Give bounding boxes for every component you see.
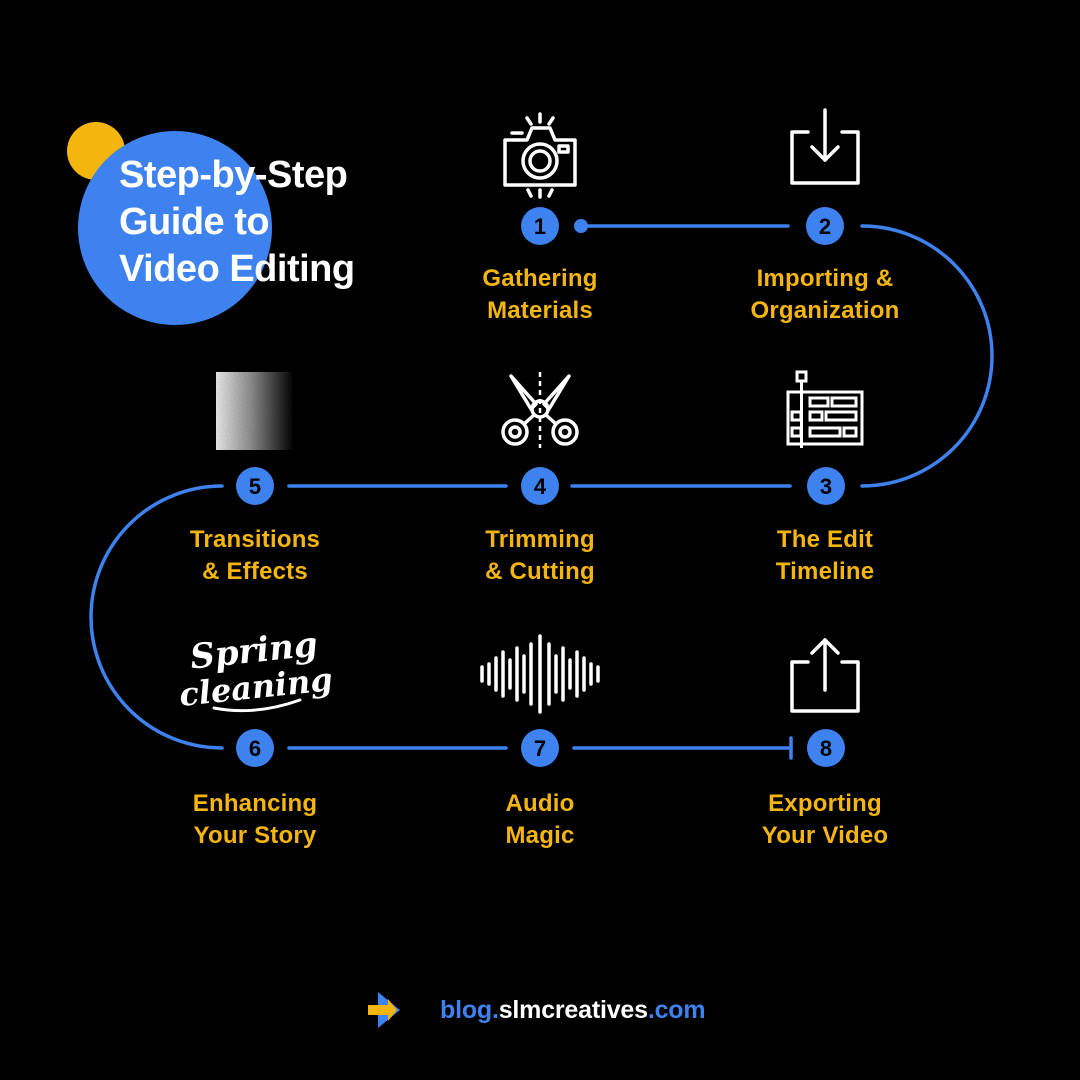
- step-label-line: Timeline: [775, 558, 875, 585]
- step-label: Trimming & Cutting: [430, 524, 650, 588]
- spring-cleaning-lettering-icon: Spring cleaning: [177, 624, 334, 713]
- footer: blog.slmcreatives.com: [366, 990, 726, 1030]
- step-number: 1: [534, 214, 546, 239]
- gradient-noise-icon: [216, 372, 294, 450]
- arrow-logo-icon: [368, 992, 400, 1028]
- path-start-dot: [574, 219, 588, 233]
- import-icon: [790, 108, 860, 185]
- step-label: Transitions & Effects: [145, 524, 365, 588]
- step-number: 7: [534, 736, 546, 761]
- scissors-icon: [501, 372, 579, 448]
- step-label-line: Audio: [505, 790, 575, 817]
- title-line: Video Editing: [119, 248, 355, 290]
- step-label-line: Gathering: [482, 265, 598, 292]
- step-number: 6: [249, 736, 261, 761]
- step-marker: 5: [236, 467, 274, 505]
- step-number: 3: [820, 474, 832, 499]
- step-label-line: Your Story: [193, 822, 317, 849]
- step-label-line: Exporting: [768, 790, 882, 817]
- step-label-line: Magic: [505, 822, 575, 849]
- title-line: Guide to: [119, 201, 270, 243]
- step-label: The Edit Timeline: [715, 524, 935, 588]
- step-label-line: Transitions: [189, 526, 321, 553]
- step-label-line: Your Video: [761, 822, 889, 849]
- step-marker: 8: [807, 729, 845, 767]
- step-marker: 7: [521, 729, 559, 767]
- camera-icon: [503, 112, 577, 199]
- soundwave-icon: [480, 634, 600, 714]
- step-label: Audio Magic: [430, 788, 650, 852]
- export-icon: [790, 638, 860, 713]
- url-prefix: blog.: [440, 995, 499, 1024]
- step-marker: 1: [521, 207, 559, 245]
- timeline-icon: [786, 370, 864, 448]
- step-marker: 3: [807, 467, 845, 505]
- url-suffix: .com: [647, 995, 706, 1024]
- step-number: 5: [249, 474, 261, 499]
- step-label-line: Organization: [750, 297, 900, 324]
- title-line: Step-by-Step: [119, 154, 348, 196]
- step-label-line: Enhancing: [192, 790, 318, 817]
- step-label: Importing & Organization: [715, 263, 935, 327]
- step-number: 2: [819, 214, 831, 239]
- step-label-line: & Effects: [202, 558, 308, 585]
- step-label: Exporting Your Video: [715, 788, 935, 852]
- step-marker: 6: [236, 729, 274, 767]
- step-label-line: The Edit: [776, 526, 874, 553]
- step-number: 8: [820, 736, 832, 761]
- step-label: Enhancing Your Story: [145, 788, 365, 852]
- step-label-line: Importing &: [756, 265, 894, 292]
- step-marker: 4: [521, 467, 559, 505]
- step-label-line: Materials: [487, 297, 593, 324]
- page-title: Step-by-Step Guide to Video Editing: [119, 152, 355, 293]
- step-label-line: & Cutting: [485, 558, 595, 585]
- step-label-line: Trimming: [485, 526, 595, 553]
- blog-url-link[interactable]: blog.slmcreatives.com: [440, 995, 706, 1025]
- step-number: 4: [534, 474, 547, 499]
- step-label: Gathering Materials: [430, 263, 650, 327]
- url-main: slmcreatives: [498, 995, 648, 1024]
- step-marker: 2: [806, 207, 844, 245]
